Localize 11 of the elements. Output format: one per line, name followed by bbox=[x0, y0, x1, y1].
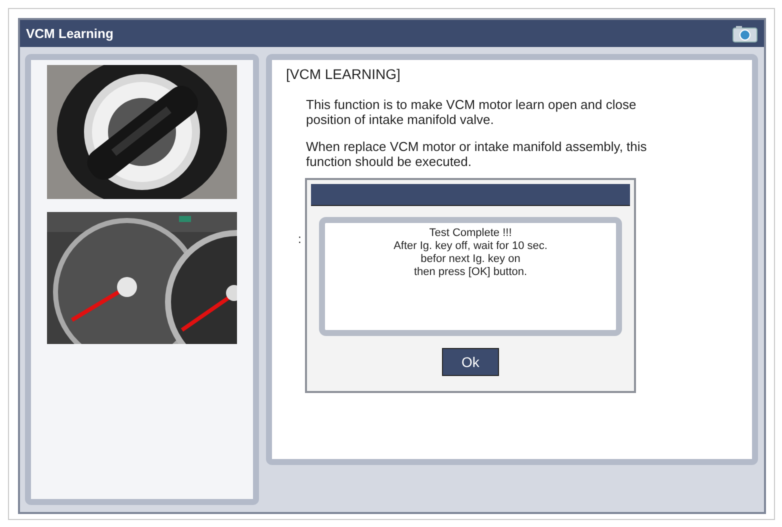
message-line: Test Complete !!! bbox=[429, 227, 512, 240]
partial-text: : bbox=[298, 231, 302, 248]
message-line: befor next Ig. key on bbox=[420, 253, 520, 266]
window-title: VCM Learning bbox=[26, 24, 114, 43]
message-line: After Ig. key off, wait for 10 sec. bbox=[394, 240, 548, 253]
ok-button[interactable]: Ok bbox=[442, 348, 499, 376]
description-text: This function is to make VCM motor learn open and close position of intake manifold valve. bbox=[306, 97, 638, 127]
section-heading: [VCM LEARNING] bbox=[286, 65, 402, 84]
description-text: When replace VCM motor or intake manifold assembly, this function should be executed. bbox=[306, 139, 648, 169]
message-line: then press [OK] button. bbox=[414, 266, 528, 279]
camera-icon[interactable] bbox=[732, 24, 758, 42]
